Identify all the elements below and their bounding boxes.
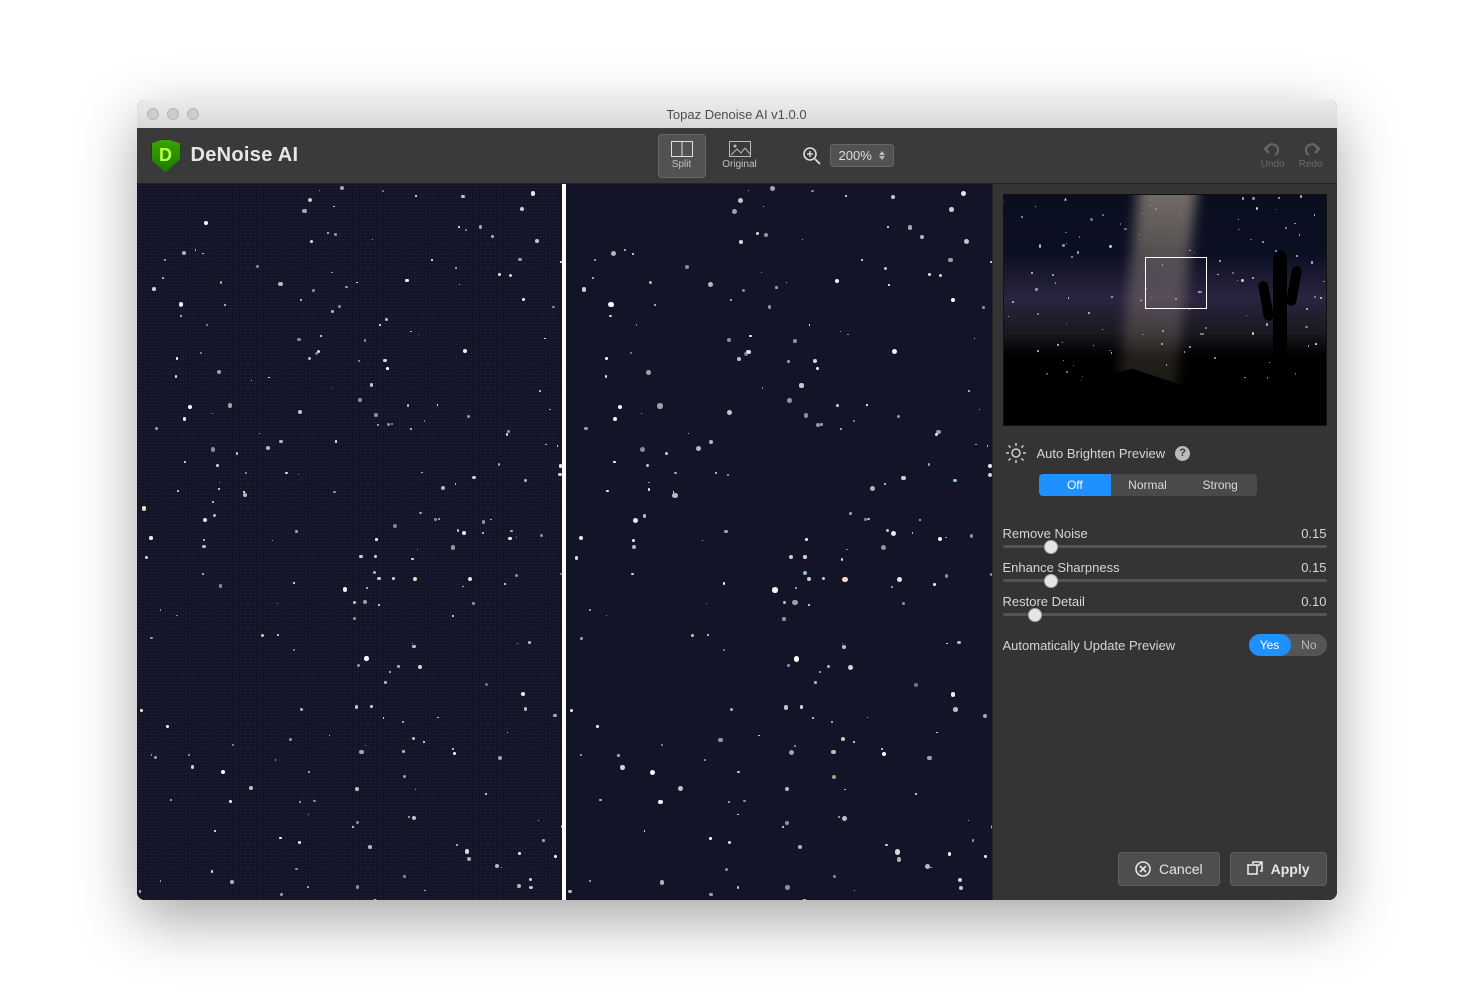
stars-after — [566, 184, 992, 900]
enhance-sharpness-thumb[interactable] — [1044, 574, 1058, 588]
window-controls — [147, 108, 199, 120]
original-view-icon — [729, 141, 751, 157]
titlebar: Topaz Denoise AI v1.0.0 — [137, 100, 1337, 128]
enhance-sharpness-value: 0.15 — [1301, 560, 1326, 575]
zoom-stepper-icon[interactable] — [879, 147, 889, 164]
view-split-label: Split — [672, 159, 691, 170]
remove-noise-value: 0.15 — [1301, 526, 1326, 541]
side-panel: Auto Brighten Preview ? Off Normal Stron… — [993, 184, 1337, 900]
stars-before — [137, 184, 563, 900]
sliders: Remove Noise 0.15 Enhance Sharpness 0.15… — [1003, 514, 1327, 656]
magnifier-plus-icon[interactable] — [802, 146, 822, 166]
zoom-level-field[interactable]: 200% — [830, 144, 894, 167]
zoom-dot[interactable] — [187, 108, 199, 120]
toggle-no: No — [1301, 638, 1326, 652]
toolbar-center: Split Original 200% — [658, 134, 902, 178]
enhance-sharpness-label: Enhance Sharpness — [1003, 560, 1120, 575]
auto-update-toggle[interactable]: Yes No — [1249, 634, 1327, 656]
brighten-strong-option[interactable]: Strong — [1184, 474, 1257, 496]
auto-brighten-section: Auto Brighten Preview ? Off Normal Stron… — [1003, 438, 1327, 496]
restore-detail-label: Restore Detail — [1003, 594, 1085, 609]
brighten-normal-option[interactable]: Normal — [1111, 474, 1184, 496]
preview-after — [566, 184, 992, 900]
logo-icon: D — [151, 139, 181, 173]
navigator-thumbnail[interactable] — [1003, 194, 1327, 426]
undo-button[interactable]: Undo — [1261, 141, 1285, 170]
undo-label: Undo — [1261, 159, 1285, 170]
toggle-yes: Yes — [1249, 634, 1291, 656]
cancel-icon — [1135, 861, 1151, 877]
toolbar: D DeNoise AI Split Original 200% — [137, 128, 1337, 184]
cancel-button[interactable]: Cancel — [1118, 852, 1220, 886]
minimize-dot[interactable] — [167, 108, 179, 120]
preview-before — [137, 184, 563, 900]
cactus-silhouette — [1273, 251, 1287, 361]
logo-letter: D — [159, 145, 172, 166]
window-title: Topaz Denoise AI v1.0.0 — [137, 107, 1337, 122]
remove-noise-slider[interactable] — [1003, 545, 1327, 548]
split-handle[interactable] — [562, 184, 566, 900]
sun-icon — [1005, 442, 1027, 464]
redo-icon — [1301, 141, 1321, 157]
restore-detail-row: Restore Detail 0.10 — [1003, 594, 1327, 609]
auto-update-row: Automatically Update Preview Yes No — [1003, 634, 1327, 656]
navigator-viewport-rect[interactable] — [1145, 257, 1207, 309]
close-dot[interactable] — [147, 108, 159, 120]
apply-icon — [1247, 861, 1263, 877]
content: Auto Brighten Preview ? Off Normal Stron… — [137, 184, 1337, 900]
apply-label: Apply — [1271, 861, 1310, 877]
brighten-off-option[interactable]: Off — [1039, 474, 1112, 496]
cancel-label: Cancel — [1159, 861, 1203, 877]
undo-redo-group: Undo Redo — [1261, 141, 1323, 170]
split-preview[interactable] — [137, 184, 993, 900]
view-original-button[interactable]: Original — [716, 134, 764, 178]
split-view-icon — [671, 141, 693, 157]
auto-brighten-header: Auto Brighten Preview ? — [1003, 438, 1327, 468]
zoom-value: 200% — [839, 148, 872, 163]
undo-icon — [1263, 141, 1283, 157]
view-split-button[interactable]: Split — [658, 134, 706, 178]
restore-detail-thumb[interactable] — [1028, 608, 1042, 622]
apply-button[interactable]: Apply — [1230, 852, 1327, 886]
restore-detail-slider[interactable] — [1003, 613, 1327, 616]
logo-wrap: D DeNoise AI — [151, 139, 299, 173]
auto-update-label: Automatically Update Preview — [1003, 638, 1176, 653]
brighten-segment: Off Normal Strong — [1039, 474, 1257, 496]
app-window: Topaz Denoise AI v1.0.0 D DeNoise AI Spl… — [137, 100, 1337, 900]
enhance-sharpness-slider[interactable] — [1003, 579, 1327, 582]
redo-label: Redo — [1299, 159, 1323, 170]
view-original-label: Original — [722, 159, 756, 170]
auto-brighten-label: Auto Brighten Preview — [1037, 446, 1166, 461]
footer-buttons: Cancel Apply — [1003, 844, 1327, 890]
restore-detail-value: 0.10 — [1301, 594, 1326, 609]
app-name: DeNoise AI — [191, 144, 299, 167]
remove-noise-thumb[interactable] — [1044, 540, 1058, 554]
zoom-selector: 200% — [794, 140, 902, 171]
remove-noise-label: Remove Noise — [1003, 526, 1088, 541]
help-icon[interactable]: ? — [1175, 446, 1190, 461]
redo-button[interactable]: Redo — [1299, 141, 1323, 170]
